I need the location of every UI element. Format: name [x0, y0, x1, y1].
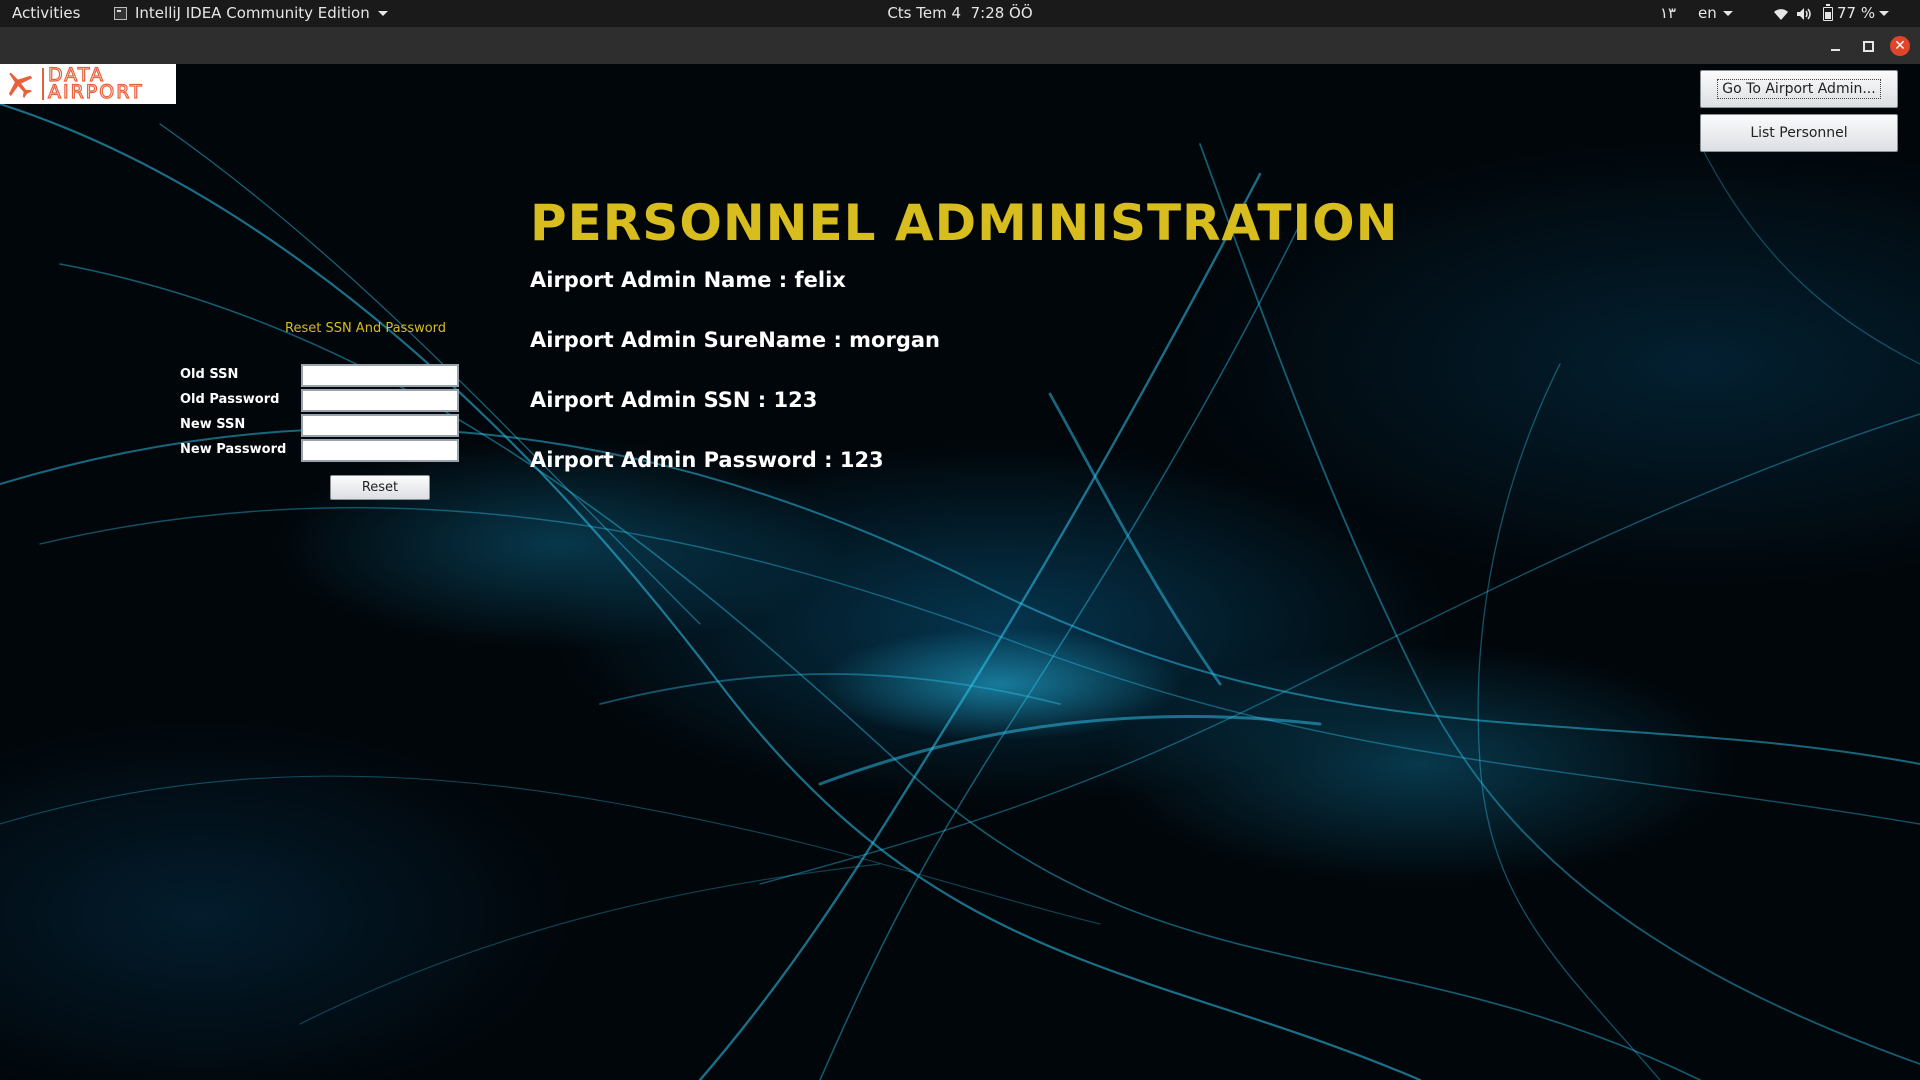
- reset-form-title: Reset SSN And Password: [285, 321, 447, 336]
- data-airport-logo: DATA AIRPORT: [0, 64, 176, 104]
- logo-line-2: AIRPORT: [47, 81, 144, 103]
- chevron-down-icon: [1722, 11, 1733, 16]
- go-to-airport-admin-button[interactable]: Go To Airport Admin...: [1700, 70, 1898, 108]
- logo-separator: [42, 68, 44, 100]
- volume-icon[interactable]: [1796, 0, 1814, 27]
- logo-text: DATA AIRPORT: [47, 65, 144, 103]
- new-password-label: New Password: [180, 442, 287, 457]
- admin-surname: Airport Admin SureName : morgan: [530, 328, 940, 352]
- clock-time: 7:28 ÖÖ: [970, 4, 1033, 22]
- workspace-indicator[interactable]: ١٣: [1660, 0, 1676, 27]
- go-to-airport-admin-label: Go To Airport Admin...: [1717, 79, 1881, 99]
- new-ssn-label: New SSN: [180, 417, 246, 432]
- window-title-bar[interactable]: ✕: [0, 27, 1920, 65]
- admin-name: Airport Admin Name : felix: [530, 268, 846, 292]
- admin-ssn: Airport Admin SSN : 123: [530, 388, 818, 412]
- clock-day: Cts Tem 4: [887, 4, 962, 22]
- chevron-down-icon: [1879, 11, 1890, 16]
- wifi-icon[interactable]: [1773, 0, 1789, 27]
- activities-button[interactable]: Activities: [12, 0, 80, 27]
- list-personnel-button[interactable]: List Personnel: [1700, 114, 1898, 152]
- reset-button[interactable]: Reset: [330, 475, 430, 500]
- battery-icon: [1823, 3, 1833, 21]
- app-content: DATA AIRPORT Go To Airport Admin... List…: [0, 64, 1920, 1080]
- maximize-icon: [1862, 40, 1874, 52]
- old-password-input[interactable]: [301, 389, 459, 412]
- language-selector[interactable]: en: [1698, 0, 1733, 27]
- minimize-button[interactable]: [1825, 36, 1845, 56]
- system-tray: ١٣ en 77 %: [1660, 0, 1920, 27]
- close-icon: ✕: [1894, 38, 1906, 54]
- close-button[interactable]: ✕: [1890, 36, 1910, 56]
- chevron-down-icon: [377, 11, 388, 16]
- clock[interactable]: Cts Tem 4 7:28 ÖÖ: [887, 4, 1032, 22]
- minimize-icon: [1830, 49, 1840, 51]
- app-menu-label: IntelliJ IDEA Community Edition: [135, 4, 370, 22]
- new-ssn-input[interactable]: [301, 414, 459, 437]
- app-menu[interactable]: IntelliJ IDEA Community Edition: [114, 0, 388, 27]
- battery-percent: 77 %: [1837, 4, 1876, 22]
- new-password-input[interactable]: [301, 439, 459, 462]
- gnome-top-bar: Activities IntelliJ IDEA Community Editi…: [0, 0, 1920, 27]
- old-password-label: Old Password: [180, 392, 280, 407]
- intellij-app-icon: [114, 7, 127, 20]
- old-ssn-label: Old SSN: [180, 367, 239, 382]
- page-title: PERSONNEL ADMINISTRATION: [530, 194, 1399, 252]
- old-ssn-input[interactable]: [301, 364, 459, 387]
- airplane-icon: [8, 72, 33, 98]
- language-label: en: [1698, 4, 1717, 22]
- admin-password: Airport Admin Password : 123: [530, 448, 884, 472]
- battery-indicator[interactable]: 77 %: [1823, 0, 1890, 27]
- maximize-button[interactable]: [1858, 36, 1878, 56]
